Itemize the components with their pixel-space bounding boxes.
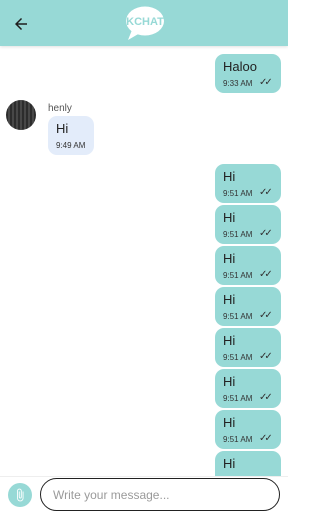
double-check-icon: ✓✓ bbox=[259, 310, 273, 321]
message-bubble-sent[interactable]: Hi 9:51 AM ✓✓ bbox=[215, 369, 281, 408]
message-text: Haloo bbox=[223, 59, 257, 74]
back-button[interactable] bbox=[8, 11, 34, 37]
message-time: 9:49 AM bbox=[56, 141, 86, 150]
message-text: Hi bbox=[223, 251, 236, 266]
message-time: 9:51 AM bbox=[223, 230, 253, 239]
message-text: Hi bbox=[56, 121, 69, 136]
message-bubble-sent[interactable]: Hi 9:51 AM ✓✓ bbox=[215, 246, 281, 285]
message-time: 9:51 AM bbox=[223, 353, 253, 362]
message-time: 9:51 AM bbox=[223, 435, 253, 444]
message-bubble-sent[interactable]: Hi 9:51 AM ✓✓ bbox=[215, 328, 281, 367]
incoming-message: henly Hi 9:49 AM bbox=[6, 100, 206, 160]
arrow-left-icon bbox=[15, 18, 27, 30]
kchat-logo: KCHAT bbox=[124, 4, 166, 42]
avatar[interactable] bbox=[6, 100, 36, 130]
message-input[interactable] bbox=[40, 478, 280, 511]
double-check-icon: ✓✓ bbox=[259, 187, 273, 198]
message-bubble-sent[interactable]: Hi 9:51 AM ✓✓ bbox=[215, 410, 281, 449]
double-check-icon: ✓✓ bbox=[259, 77, 273, 88]
message-text: Hi bbox=[223, 374, 236, 389]
message-text: Hi bbox=[223, 456, 236, 471]
double-check-icon: ✓✓ bbox=[259, 392, 273, 403]
chat-screen: KCHAT Haloo 9:33 AM ✓✓ henly Hi 9:49 AM … bbox=[0, 0, 288, 512]
paperclip-icon bbox=[17, 488, 24, 502]
double-check-icon: ✓✓ bbox=[259, 433, 273, 444]
double-check-icon: ✓✓ bbox=[259, 228, 273, 239]
message-bubble-sent[interactable]: Hi 9:51 AM ✓✓ bbox=[215, 164, 281, 203]
message-bubble-sent[interactable]: Hi 9:51 AM ✓✓ bbox=[215, 205, 281, 244]
sender-name: henly bbox=[48, 103, 72, 114]
double-check-icon: ✓✓ bbox=[259, 269, 273, 280]
double-check-icon: ✓✓ bbox=[259, 351, 273, 362]
message-time: 9:51 AM bbox=[223, 271, 253, 280]
message-time: 9:51 AM bbox=[223, 189, 253, 198]
top-bar: KCHAT bbox=[0, 0, 288, 46]
message-text: Hi bbox=[223, 169, 236, 184]
message-text: Hi bbox=[223, 415, 236, 430]
attach-button[interactable] bbox=[8, 483, 32, 507]
message-bubble-sent[interactable]: Hi 9:51 AM ✓✓ bbox=[215, 287, 281, 326]
message-text: Hi bbox=[223, 292, 236, 307]
message-time: 9:33 AM bbox=[223, 79, 253, 88]
message-time: 9:51 AM bbox=[223, 312, 253, 321]
message-bubble-sent[interactable]: Hi bbox=[215, 451, 281, 476]
message-list[interactable]: Haloo 9:33 AM ✓✓ henly Hi 9:49 AM Hi 9:5… bbox=[0, 46, 288, 476]
svg-text:KCHAT: KCHAT bbox=[126, 16, 164, 28]
message-bubble-sent[interactable]: Haloo 9:33 AM ✓✓ bbox=[215, 54, 281, 93]
message-time: 9:51 AM bbox=[223, 394, 253, 403]
message-text: Hi bbox=[223, 333, 236, 348]
message-text: Hi bbox=[223, 210, 236, 225]
message-bubble-received[interactable]: Hi 9:49 AM bbox=[48, 116, 94, 155]
composer-bar bbox=[0, 476, 288, 512]
